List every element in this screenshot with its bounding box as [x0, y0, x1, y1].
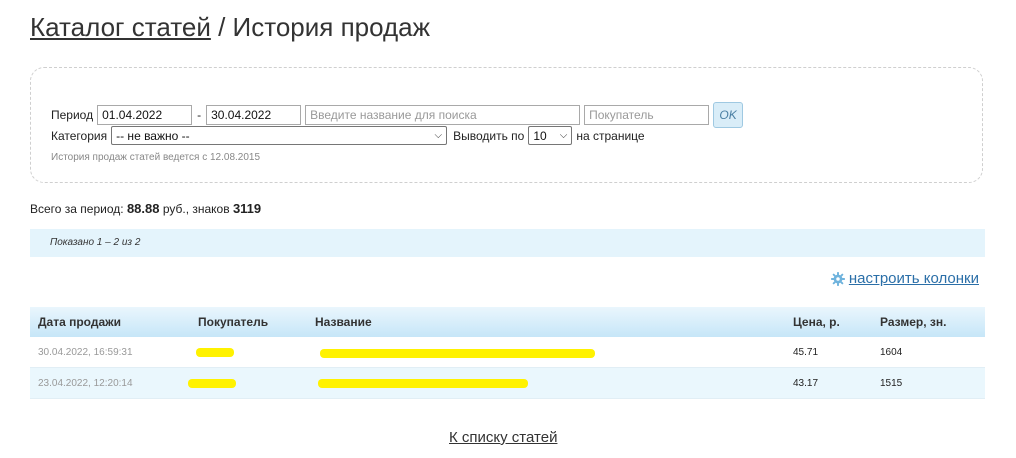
row-date: 30.04.2022, 16:59:31 [38, 346, 133, 358]
row-price: 45.71 [793, 346, 819, 358]
filter-panel: Период - OK Категория -- не важно -- ⌵ В… [30, 67, 983, 183]
configure-columns-link[interactable]: настроить колонки [830, 270, 979, 287]
header-title[interactable]: Название [315, 315, 372, 329]
redaction-mark [188, 378, 236, 388]
shown-count: Показано 1 – 2 из 2 [50, 237, 141, 248]
date-dash: - [197, 108, 202, 122]
totals-currency: руб., знаков [159, 202, 233, 216]
table-row: 30.04.2022, 16:59:31 45.71 1604 [30, 337, 985, 368]
per-page-select[interactable]: 10 ⌵ [528, 126, 573, 145]
totals-prefix: Всего за период: [30, 202, 127, 216]
per-page-value: 10 [533, 128, 547, 143]
date-to-input[interactable] [206, 105, 302, 125]
gear-icon [830, 271, 845, 286]
header-price[interactable]: Цена, р. [793, 315, 840, 329]
totals-chars: 3119 [232, 201, 262, 216]
header-buyer[interactable]: Покупатель [198, 315, 268, 329]
back-to-articles-link[interactable]: К списку статей [449, 429, 557, 446]
totals-amount: 88.88 [126, 201, 160, 216]
redaction-mark [318, 378, 528, 388]
per-page-suffix: на странице [576, 128, 645, 143]
redaction-mark [320, 349, 595, 358]
row-size: 1515 [880, 377, 903, 389]
period-totals: Всего за период: 88.88 руб., знаков 3119 [30, 201, 261, 216]
page-title: Каталог статей / История продаж [30, 12, 430, 43]
filter-row-period: Период - OK [51, 102, 744, 128]
buyer-input[interactable] [584, 105, 710, 125]
sales-table: Дата продажи Покупатель Название Цена, р… [30, 307, 985, 399]
shown-count-bar: Показано 1 – 2 из 2 [30, 229, 985, 257]
page-heading: История продаж [232, 12, 431, 42]
per-page-label: Выводить по [453, 128, 525, 143]
period-label: Период [51, 108, 94, 122]
filter-row-category: Категория -- не важно -- ⌵ Выводить по 1… [51, 126, 645, 145]
date-from-input[interactable] [97, 105, 193, 125]
category-label: Категория [51, 128, 108, 143]
header-date[interactable]: Дата продажи [38, 315, 121, 329]
row-date: 23.04.2022, 12:20:14 [38, 377, 133, 389]
title-separator: / [210, 12, 233, 42]
chevron-down-icon: ⌵ [434, 130, 443, 141]
header-size[interactable]: Размер, зн. [880, 315, 946, 329]
redaction-mark [196, 347, 234, 357]
row-price: 43.17 [793, 377, 819, 389]
ok-button[interactable]: OK [713, 102, 744, 128]
row-size: 1604 [880, 346, 903, 358]
history-note: История продаж статей ведется с 12.08.20… [51, 152, 261, 163]
table-row: 23.04.2022, 12:20:14 43.17 1515 [30, 368, 985, 399]
category-value: -- не важно -- [116, 128, 190, 143]
configure-columns-label: настроить колонки [848, 270, 979, 287]
catalog-link[interactable]: Каталог статей [30, 12, 211, 42]
table-header: Дата продажи Покупатель Название Цена, р… [30, 307, 985, 337]
search-input[interactable] [305, 105, 581, 125]
chevron-down-icon: ⌵ [559, 130, 568, 141]
category-select[interactable]: -- не важно -- ⌵ [111, 126, 448, 145]
